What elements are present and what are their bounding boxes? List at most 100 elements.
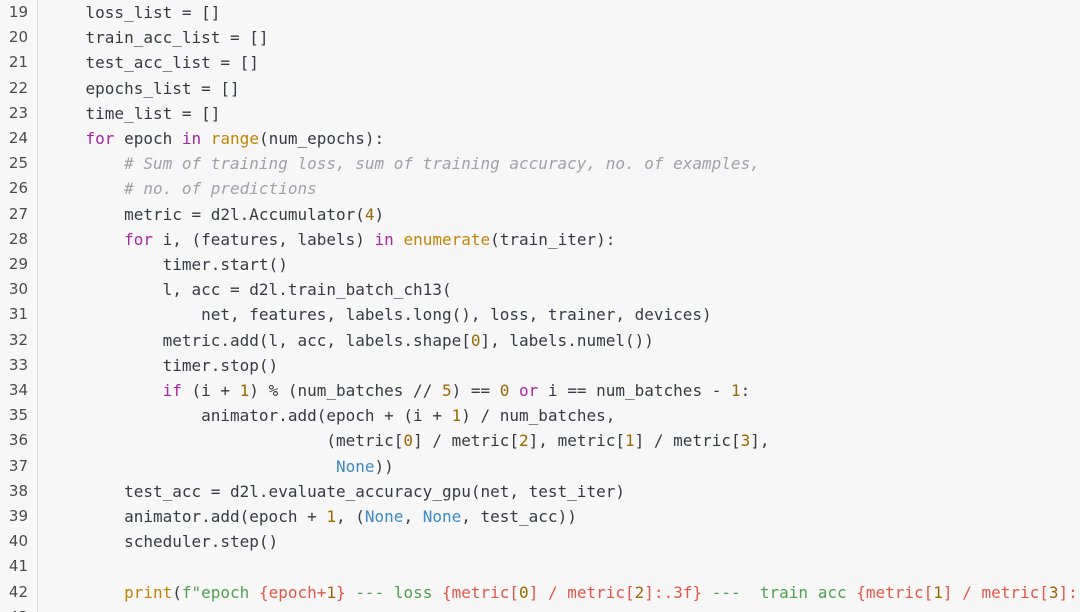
code-token: --- loss xyxy=(345,582,442,602)
code-token: 1 xyxy=(730,381,741,400)
code-token: {metric[ xyxy=(441,582,520,602)
code-token: 0 xyxy=(519,582,529,602)
code-line[interactable]: 23 time_list = [] xyxy=(0,101,1080,126)
line-code: scheduler.step() xyxy=(47,529,278,554)
code-line[interactable]: 30 l, acc = d2l.train_batch_ch13( xyxy=(0,277,1080,302)
code-token: --- train acc xyxy=(702,582,857,602)
code-token: f"epoch xyxy=(181,582,259,602)
line-code: test_acc = d2l.evaluate_accuracy_gpu(net… xyxy=(47,479,625,504)
code-token: range xyxy=(210,129,259,148)
line-number: 41 xyxy=(8,557,28,576)
code-token: 0 xyxy=(403,431,414,451)
code-token: in xyxy=(181,129,202,148)
code-token: if xyxy=(162,381,182,400)
code-token: 3 xyxy=(740,431,751,451)
code-token: train_acc_list = [] xyxy=(47,28,269,48)
code-line[interactable]: 19 loss_list = [] xyxy=(0,0,1080,25)
line-number: 29 xyxy=(8,255,28,273)
line-number: 23 xyxy=(8,103,28,122)
code-token: epochs_list = [] xyxy=(47,78,240,98)
code-token: ) / num_batches, xyxy=(461,406,616,426)
line-number: 37 xyxy=(8,456,28,475)
code-token: test_acc = d2l.evaluate_accuracy_gpu(net… xyxy=(47,481,625,501)
code-line[interactable]: 27 metric = d2l.Accumulator(4) xyxy=(0,202,1080,227)
code-line[interactable]: 26 # no. of predictions xyxy=(0,176,1080,201)
line-number: 26 xyxy=(8,179,28,198)
line-code: # no. of predictions xyxy=(47,176,317,201)
code-line[interactable]: 41 xyxy=(0,554,1080,579)
code-token: # no. of predictions xyxy=(47,179,317,199)
line-code: (metric[0] / metric[2], metric[1] / metr… xyxy=(47,428,769,453)
code-line[interactable]: 43 xyxy=(0,605,1080,612)
code-line[interactable]: 34 if (i + 1) % (num_batches // 5) == 0 … xyxy=(0,378,1080,403)
line-number: 30 xyxy=(8,280,28,299)
code-token: (i + xyxy=(181,381,240,400)
code-token: None xyxy=(422,507,462,526)
code-line[interactable]: 29 timer.start() xyxy=(0,252,1080,277)
code-line[interactable]: 36 (metric[0] / metric[2], metric[1] / m… xyxy=(0,428,1080,453)
code-line[interactable]: 39 animator.add(epoch + 1, (None, None, … xyxy=(0,504,1080,529)
code-editor[interactable]: 19 loss_list = [] 20 train_acc_list = [] 2… xyxy=(0,0,1080,612)
code-token: , ( xyxy=(336,507,365,526)
code-token: (num_epochs): xyxy=(258,129,385,148)
code-token: , xyxy=(403,507,423,526)
code-line[interactable]: 38 test_acc = d2l.evaluate_accuracy_gpu(… xyxy=(0,479,1080,504)
code-token: ] / metric[ xyxy=(528,582,635,602)
line-code: for epoch in range(num_epochs): xyxy=(47,126,385,151)
code-token: ], labels.numel()) xyxy=(480,330,654,350)
code-token: ]:.3f} xyxy=(644,582,703,602)
line-code: animator.add(epoch + (i + 1) / num_batch… xyxy=(47,403,615,428)
code-token: ] / metric[ xyxy=(942,582,1049,602)
code-token: 1 xyxy=(933,582,943,602)
line-number: 36 xyxy=(8,431,28,450)
code-token: None xyxy=(364,507,404,526)
code-line[interactable]: 35 animator.add(epoch + (i + 1) / num_ba… xyxy=(0,403,1080,428)
line-code: animator.add(epoch + 1, (None, None, tes… xyxy=(47,504,577,529)
code-token: 4 xyxy=(364,204,375,224)
code-token: ]: xyxy=(1058,582,1078,602)
code-token: loss_list = [] xyxy=(47,3,221,22)
code-line[interactable]: 21 test_acc_list = [] xyxy=(0,50,1080,75)
code-line[interactable]: 33 timer.stop() xyxy=(0,353,1080,378)
code-token: or xyxy=(519,381,539,400)
code-line[interactable]: 31 net, features, labels.long(), loss, t… xyxy=(0,302,1080,327)
line-number: 33 xyxy=(8,355,28,374)
line-number: 19 xyxy=(8,3,28,21)
line-number: 24 xyxy=(8,129,28,147)
line-code: epochs_list = [] xyxy=(47,76,240,101)
code-token: 2 xyxy=(634,582,645,602)
line-number: 39 xyxy=(8,507,28,525)
code-token: l, acc = d2l.train_batch_ch13( xyxy=(47,280,452,300)
code-token: 1 xyxy=(239,381,250,400)
code-token: 1 xyxy=(326,507,336,526)
code-token: {epoch+ xyxy=(258,582,327,602)
code-token: net, features, labels.long(), loss, trai… xyxy=(47,305,712,325)
code-token: enumerate xyxy=(403,229,491,249)
code-line[interactable]: 22 epochs_list = [] xyxy=(0,76,1080,101)
code-line[interactable]: 32 metric.add(l, acc, labels.shape[0], l… xyxy=(0,328,1080,353)
line-number: 25 xyxy=(8,154,28,173)
code-line[interactable]: 37 None)) xyxy=(0,454,1080,479)
code-line[interactable]: 42 print(f"epoch {epoch+1} --- loss {met… xyxy=(0,580,1080,605)
code-line[interactable]: 20 train_acc_list = [] xyxy=(0,25,1080,50)
code-token: , test_acc)) xyxy=(461,507,577,526)
code-line[interactable]: 40 scheduler.step() xyxy=(0,529,1080,554)
line-code: loss_list = [] xyxy=(47,0,221,25)
code-token: test_acc_list = [] xyxy=(47,53,259,73)
code-token: (metric[ xyxy=(47,431,404,451)
code-token: ) % (num_batches // xyxy=(249,381,442,400)
line-number: 42 xyxy=(8,582,28,601)
code-token: # Sum of training loss, sum of training … xyxy=(47,154,760,174)
code-token: ) xyxy=(374,204,385,224)
line-number: 27 xyxy=(8,204,28,223)
code-line[interactable]: 28 for i, (features, labels) in enumerat… xyxy=(0,227,1080,252)
code-token: scheduler.step() xyxy=(47,532,279,552)
line-number: 32 xyxy=(8,330,28,349)
code-line[interactable]: 24 for epoch in range(num_epochs): xyxy=(0,126,1080,151)
code-line[interactable]: 25 # Sum of training loss, sum of traini… xyxy=(0,151,1080,176)
line-code: net, features, labels.long(), loss, trai… xyxy=(47,302,712,327)
